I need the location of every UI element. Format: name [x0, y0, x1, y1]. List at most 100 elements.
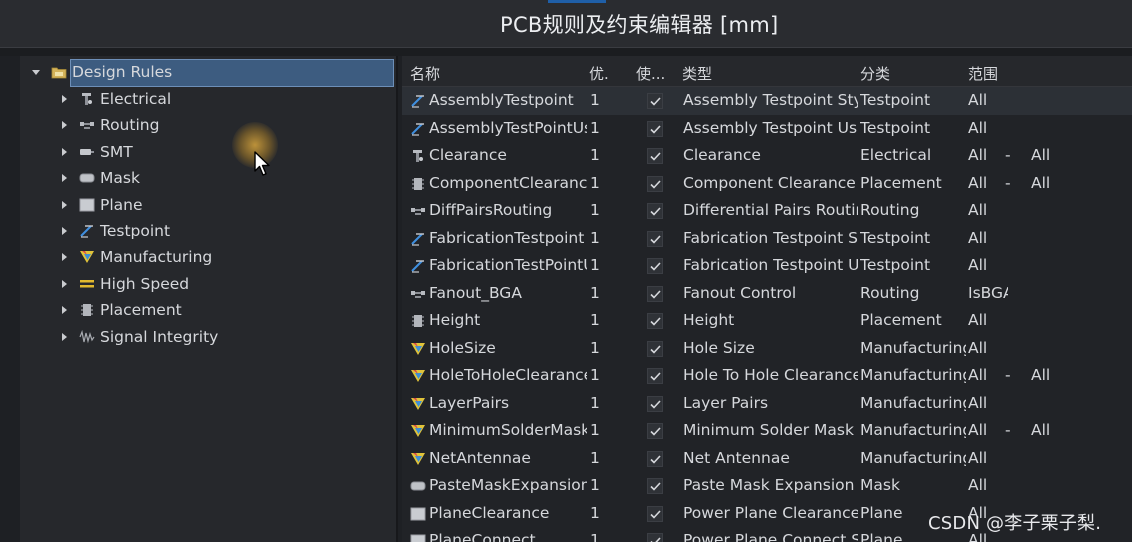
- expand-arrow-icon[interactable]: [62, 147, 67, 156]
- tree-item-routing[interactable]: Routing: [20, 112, 396, 138]
- enabled-checkbox[interactable]: [647, 258, 663, 274]
- category-cell: Manufacturing: [860, 448, 966, 467]
- smt-icon: [79, 145, 95, 159]
- expand-arrow-icon[interactable]: [62, 306, 67, 315]
- table-row[interactable]: FabricationTestPointU 1 Fabrication Testpo…: [402, 252, 1132, 280]
- table-row[interactable]: ComponentClearance 1 Component Clearance Pl…: [402, 170, 1132, 198]
- priority-cell: 1: [590, 503, 600, 522]
- table-row[interactable]: Fanout_BGA 1 Fanout Control Routing IsBGA: [402, 280, 1132, 308]
- routing-icon: [410, 286, 426, 300]
- placement-icon: [79, 303, 95, 317]
- expand-arrow-icon[interactable]: [62, 253, 67, 262]
- enabled-checkbox[interactable]: [647, 423, 663, 439]
- testpoint-icon: [410, 121, 426, 136]
- table-row[interactable]: HoleSize 1 Hole Size Manufacturing All: [402, 335, 1132, 363]
- expand-arrow-icon[interactable]: [62, 200, 67, 209]
- tree-item-signal-integrity[interactable]: Signal Integrity: [20, 324, 396, 350]
- scope-first-cell: All: [968, 421, 988, 439]
- scope-separator: -: [1005, 146, 1011, 164]
- category-cell: Manufacturing: [860, 338, 966, 357]
- table-row[interactable]: PasteMaskExpansion 1 Paste Mask Expansion M…: [402, 472, 1132, 500]
- table-row[interactable]: Height 1 Height Placement All: [402, 307, 1132, 335]
- plane-icon: [410, 506, 426, 520]
- column-header-priority[interactable]: 优.: [589, 63, 609, 84]
- table-row[interactable]: AssemblyTestpoint 1 Assembly Testpoint Sty…: [402, 87, 1132, 115]
- column-header-enabled[interactable]: 使...: [636, 63, 665, 84]
- scope-first-cell: All: [968, 338, 988, 357]
- enabled-checkbox[interactable]: [647, 313, 663, 329]
- expand-arrow-icon[interactable]: [62, 279, 67, 288]
- column-header-scope[interactable]: 范围: [968, 63, 998, 84]
- priority-cell: 1: [590, 311, 600, 329]
- expand-arrow-icon[interactable]: [62, 174, 67, 183]
- scope-first-cell: All: [968, 393, 988, 412]
- table-row[interactable]: HoleToHoleClearance 1 Hole To Hole Clearan…: [402, 362, 1132, 390]
- column-header-name[interactable]: 名称: [410, 63, 440, 84]
- table-row[interactable]: NetAntennae 1 Net Antennae Manufacturing All: [402, 445, 1132, 473]
- scope-second-cell: All: [1031, 173, 1051, 192]
- tree-item-label: High Speed: [100, 274, 190, 293]
- column-header-type[interactable]: 类型: [682, 63, 712, 84]
- placement-icon: [410, 176, 426, 190]
- mask-icon: [79, 171, 95, 185]
- scope-first-cell: All: [968, 228, 988, 247]
- expand-arrow-icon[interactable]: [62, 227, 67, 235]
- scope-first-cell: All: [968, 91, 988, 109]
- enabled-checkbox[interactable]: [647, 395, 663, 412]
- tree-item-electrical[interactable]: Electrical: [20, 86, 396, 112]
- enabled-checkbox[interactable]: [647, 340, 663, 357]
- expand-arrow-icon[interactable]: [62, 95, 67, 103]
- tree-item-plane[interactable]: Plane: [20, 192, 396, 218]
- enabled-checkbox[interactable]: [647, 368, 663, 384]
- table-row[interactable]: AssemblyTestPointUs 1 Assembly Testpoint U…: [402, 115, 1132, 143]
- category-cell: Manufacturing: [860, 421, 966, 439]
- enabled-checkbox[interactable]: [647, 478, 663, 494]
- scope-first-cell: IsBGA: [968, 283, 1008, 302]
- rule-name-cell: LayerPairs: [429, 393, 510, 412]
- enabled-checkbox[interactable]: [647, 230, 663, 247]
- tree-item-high-speed[interactable]: High Speed: [20, 271, 396, 297]
- enabled-checkbox[interactable]: [647, 148, 663, 164]
- enabled-checkbox[interactable]: [647, 533, 663, 542]
- tree-item-manufacturing[interactable]: Manufacturing: [20, 244, 396, 270]
- enabled-checkbox[interactable]: [647, 120, 663, 137]
- collapse-arrow-icon[interactable]: [32, 70, 40, 75]
- tree-item-label: Manufacturing: [100, 248, 213, 267]
- priority-cell: 1: [590, 256, 600, 274]
- tree-item-label: Signal Integrity: [100, 327, 219, 346]
- enabled-checkbox[interactable]: [647, 505, 663, 522]
- expand-arrow-icon[interactable]: [62, 121, 67, 130]
- tree-item-label: Electrical: [100, 90, 172, 108]
- table-row[interactable]: FabricationTestpoint 1 Fabrication Testpoi…: [402, 225, 1132, 253]
- tree-item-testpoint[interactable]: Testpoint: [20, 218, 396, 244]
- enabled-checkbox[interactable]: [647, 450, 663, 467]
- rule-name-cell: AssemblyTestPointUs: [429, 118, 587, 137]
- tree-root-label: Design Rules: [72, 63, 173, 81]
- enabled-checkbox[interactable]: [647, 175, 663, 192]
- scope-first-cell: All: [968, 146, 988, 164]
- enabled-checkbox[interactable]: [647, 203, 663, 219]
- table-row[interactable]: MinimumSolderMask 1 Minimum Solder Mask ! M…: [402, 417, 1132, 445]
- tree-root-design-rules[interactable]: Design Rules: [20, 59, 396, 87]
- category-cell: Electrical: [860, 146, 932, 164]
- table-row[interactable]: LayerPairs 1 Layer Pairs Manufacturing All: [402, 390, 1132, 418]
- rule-name-cell: HoleSize: [429, 338, 496, 357]
- scope-first-cell: All: [968, 256, 988, 274]
- tree-item-smt[interactable]: SMT: [20, 139, 396, 165]
- rule-type-cell: Power Plane Connect St: [683, 531, 858, 542]
- enabled-checkbox[interactable]: [647, 285, 663, 302]
- tree-item-mask[interactable]: Mask: [20, 165, 396, 191]
- category-cell: Testpoint: [860, 91, 931, 109]
- tree-item-label: Plane: [100, 195, 143, 214]
- enabled-checkbox[interactable]: [647, 93, 663, 109]
- high-speed-icon: [79, 277, 95, 291]
- tree-item-placement[interactable]: Placement: [20, 297, 396, 323]
- table-row[interactable]: Clearance 1 Clearance Electrical All - All: [402, 142, 1132, 170]
- category-cell: Mask: [860, 476, 900, 494]
- watermark: CSDN @李子栗子梨.: [928, 513, 1102, 534]
- column-header-category[interactable]: 分类: [860, 63, 890, 84]
- category-cell: Manufacturing: [860, 366, 966, 384]
- rule-type-cell: Power Plane Clearance: [683, 503, 858, 522]
- expand-arrow-icon[interactable]: [62, 332, 67, 341]
- table-row[interactable]: DiffPairsRouting 1 Differential Pairs Rout…: [402, 197, 1132, 225]
